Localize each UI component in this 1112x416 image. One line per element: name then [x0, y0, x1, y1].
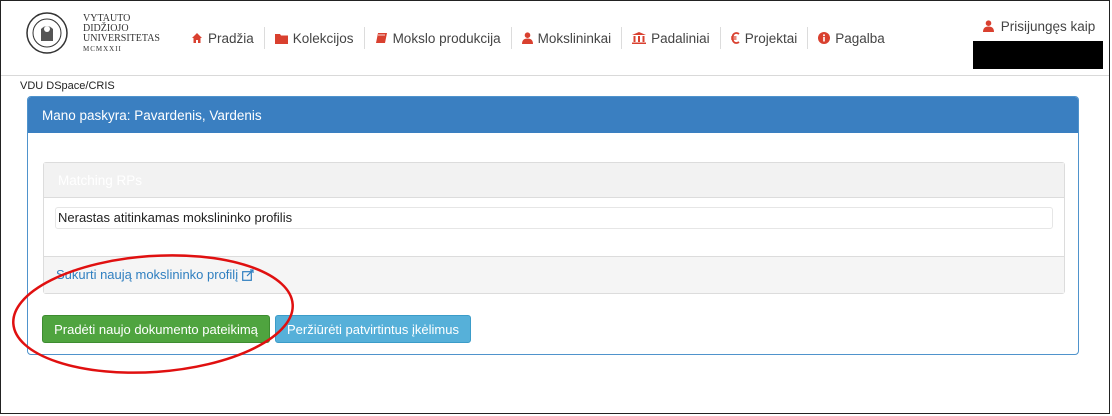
create-profile-link[interactable]: Sukurti naują mokslininko profilį	[56, 267, 254, 282]
nav-item-units[interactable]: Padaliniai	[622, 27, 721, 49]
user-icon	[983, 20, 994, 32]
external-edit-icon	[242, 268, 254, 281]
account-panel: Mano paskyra: Pavardenis, Vardenis Match…	[27, 96, 1079, 355]
university-name: VYTAUTO DIDŽIOJO UNIVERSITETAS MCMXXII	[83, 14, 160, 54]
nav-label-home: Pradžia	[208, 30, 254, 46]
home-icon	[191, 32, 203, 44]
matching-rps-footer: Sukurti naują mokslininko profilį	[44, 256, 1064, 293]
nav-item-home[interactable]: Pradžia	[181, 27, 265, 49]
top-navbar: VYTAUTO DIDŽIOJO UNIVERSITETAS MCMXXII P…	[1, 1, 1109, 76]
matching-rps-title: Matching RPs	[44, 163, 1064, 198]
user-label: Prisijungęs kaip	[1000, 19, 1096, 34]
brand-line-4: MCMXXII	[83, 45, 122, 53]
brand-line-3: UNIVERSITETAS	[83, 33, 160, 44]
start-submission-button[interactable]: Pradėti naujo dokumento pateikimą	[42, 315, 270, 343]
nav-label-units: Padaliniai	[651, 30, 710, 46]
institution-icon	[632, 32, 647, 44]
nav-item-researchers[interactable]: Mokslininkai	[512, 27, 623, 49]
redacted-username	[973, 41, 1103, 69]
book-icon	[375, 32, 388, 44]
nav-label-help: Pagalba	[835, 30, 885, 46]
nav-item-research[interactable]: Mokslo produkcija	[365, 27, 512, 49]
user-menu[interactable]: Prisijungęs kaip	[983, 19, 1095, 34]
university-logo[interactable]: VYTAUTO DIDŽIOJO UNIVERSITETAS MCMXXII	[25, 11, 175, 55]
euro-icon	[730, 32, 740, 44]
nav-item-help[interactable]: Pagalba	[808, 27, 895, 49]
nav-item-collections[interactable]: Kolekcijos	[265, 27, 365, 49]
nav-item-projects[interactable]: Projektai	[721, 27, 809, 49]
nav-label-projects: Projektai	[744, 30, 798, 46]
info-icon	[818, 32, 831, 44]
nav-label-researchers: Mokslininkai	[537, 30, 612, 46]
panel-title: Mano paskyra: Pavardenis, Vardenis	[28, 97, 1078, 133]
matching-rps-panel: Matching RPs Nerastas atitinkamas moksli…	[43, 162, 1065, 294]
no-match-message: Nerastas atitinkamas mokslininko profili…	[55, 207, 1053, 229]
main-nav: Pradžia Kolekcijos Mokslo produkcija Mok…	[181, 27, 895, 49]
folder-icon	[274, 33, 288, 44]
matching-rps-body: Nerastas atitinkamas mokslininko profili…	[44, 197, 1064, 257]
create-profile-label: Sukurti naują mokslininko profilį	[56, 267, 239, 282]
nav-label-research: Mokslo produkcija	[392, 30, 501, 46]
user-icon	[521, 32, 533, 44]
view-approved-submissions-button[interactable]: Peržiūrėti patvirtintus įkėlimus	[275, 315, 471, 343]
university-seal-icon	[26, 12, 68, 54]
nav-label-collections: Kolekcijos	[292, 30, 354, 46]
breadcrumb[interactable]: VDU DSpace/CRIS	[20, 80, 115, 92]
